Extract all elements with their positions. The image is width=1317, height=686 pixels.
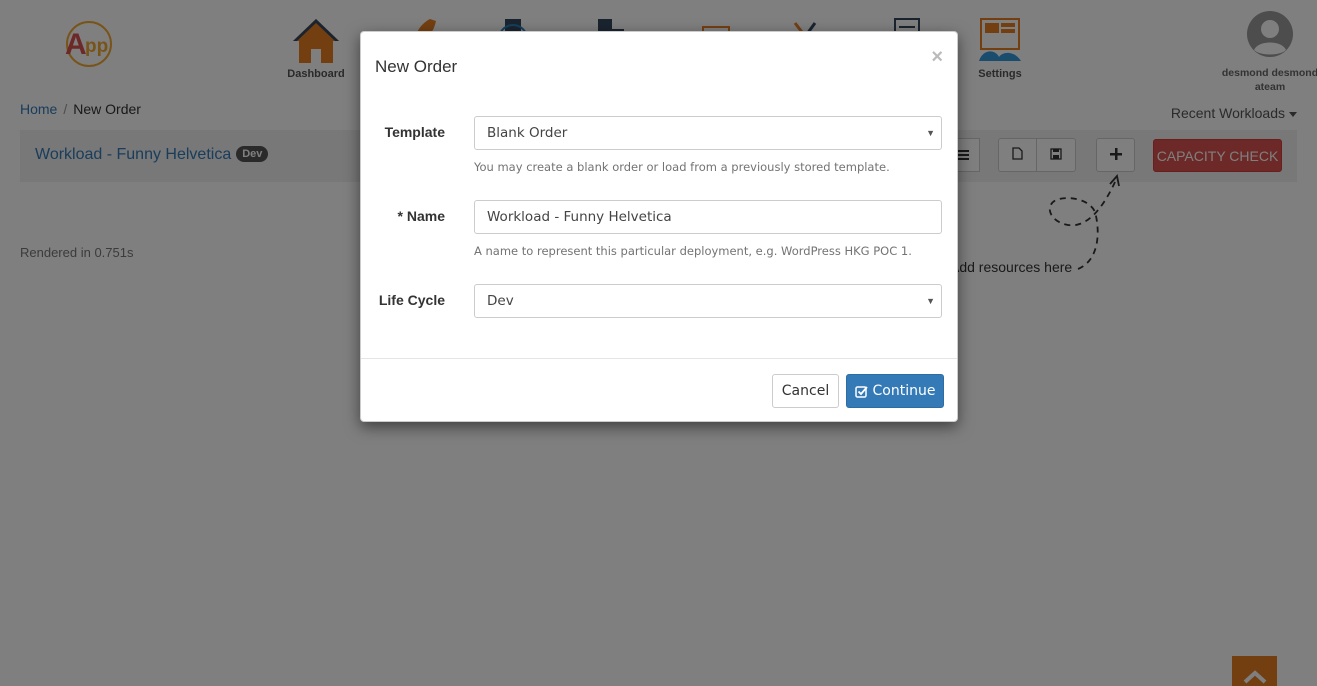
continue-label: Continue	[872, 383, 936, 399]
name-help: A name to represent this particular depl…	[474, 244, 912, 258]
continue-button[interactable]: Continue	[846, 374, 944, 408]
modal-title: New Order	[375, 57, 458, 76]
close-icon[interactable]: ×	[931, 47, 943, 67]
modal-header: New Order ×	[361, 32, 957, 101]
triangle-down-icon: ▼	[926, 128, 935, 138]
name-input-value: Workload - Funny Helvetica	[487, 209, 672, 225]
name-label: * Name	[397, 208, 445, 224]
lifecycle-select[interactable]: Dev ▼	[474, 284, 942, 318]
checkbox-icon	[854, 385, 868, 398]
triangle-down-icon: ▼	[926, 296, 935, 306]
modal-footer: Cancel Continue	[361, 358, 957, 422]
template-select[interactable]: Blank Order ▼	[474, 116, 942, 150]
lifecycle-label: Life Cycle	[378, 292, 445, 308]
cancel-button[interactable]: Cancel	[772, 374, 839, 408]
lifecycle-select-value: Dev	[487, 293, 514, 309]
template-label: Template	[384, 124, 445, 140]
new-order-modal: New Order × Template Blank Order ▼ You m…	[360, 31, 958, 422]
name-input[interactable]: Workload - Funny Helvetica	[474, 200, 942, 234]
template-help: You may create a blank order or load fro…	[474, 160, 890, 174]
modal-body: Template Blank Order ▼ You may create a …	[361, 101, 957, 358]
template-select-value: Blank Order	[487, 125, 568, 141]
